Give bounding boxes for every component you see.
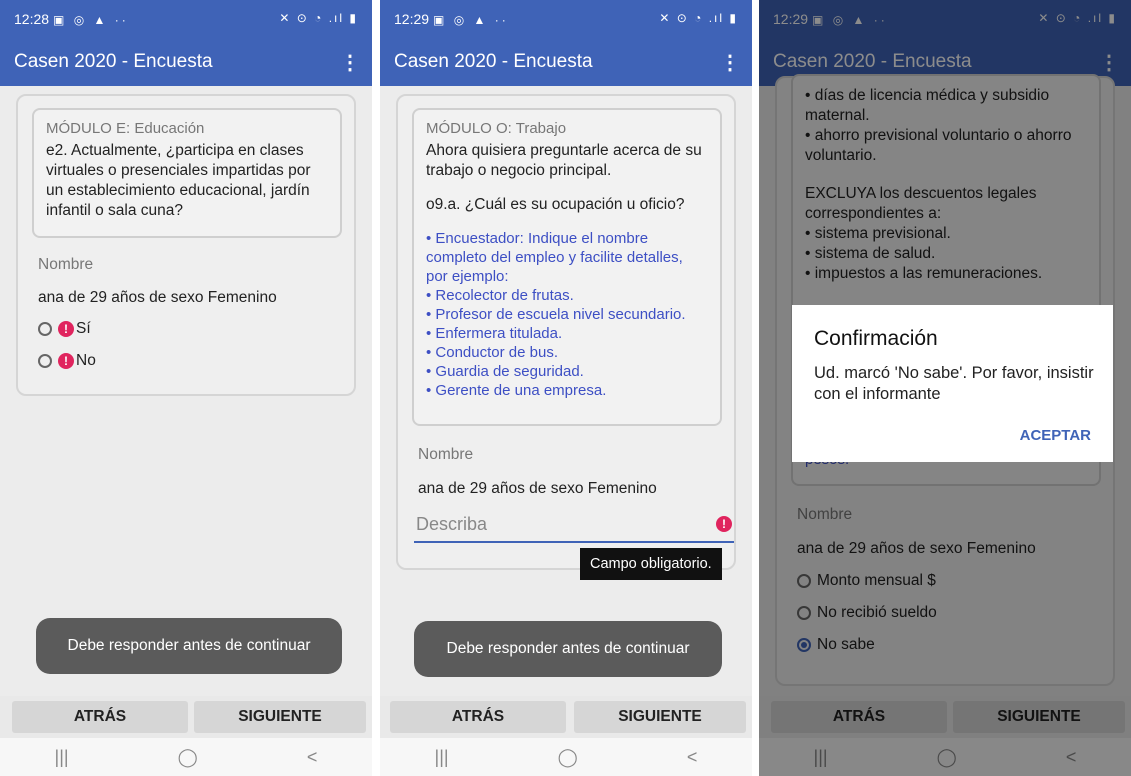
hint-line: • Conductor de bus.	[426, 344, 558, 361]
next-button[interactable]: SIGUIENTE	[574, 701, 746, 733]
option-label: No	[76, 352, 96, 369]
person-description: ana de 29 años de sexo Femenino	[38, 289, 277, 306]
error-icon: !	[716, 516, 732, 532]
system-nav-bar: ||| ◯ <	[380, 738, 752, 776]
question-text: o9.a. ¿Cuál es su ocupación u oficio?	[426, 196, 685, 213]
app-bar: Casen 2020 - Encuesta ⋮	[0, 38, 372, 86]
question-box: MÓDULO O: Trabajo Ahora quisiera pregunt…	[412, 108, 722, 426]
screen-income-confirmation: 12:29 ▣ ◎ ▲ ·· ✕ ⊙ ◔ .ıl ▮ Casen 2020 - E…	[759, 0, 1131, 776]
status-notification-icons: ▣ ◎ ▲ ··	[53, 13, 129, 27]
button-bar: ATRÁS SIGUIENTE	[0, 696, 372, 736]
hint-line: • Guardia de seguridad.	[426, 363, 584, 380]
radio-button[interactable]	[38, 354, 52, 368]
home-icon[interactable]: ◯	[178, 747, 198, 768]
back-button[interactable]: ATRÁS	[390, 701, 566, 733]
hint-line: • Recolector de frutas.	[426, 287, 574, 304]
recent-apps-icon[interactable]: |||	[435, 747, 449, 768]
status-time: 12:28	[14, 11, 50, 27]
radio-button[interactable]	[38, 322, 52, 336]
question-text: e2. Actualmente, ¿participa en clases vi…	[46, 142, 311, 219]
status-system-icons: ✕ ⊙ ◔ .ıl ▮	[659, 11, 738, 25]
back-nav-icon[interactable]: <	[687, 747, 698, 768]
name-label: Nombre	[38, 256, 94, 273]
option-no[interactable]: ! No	[38, 352, 96, 370]
app-title: Casen 2020 - Encuesta	[14, 51, 213, 72]
question-intro: Ahora quisiera preguntarle acerca de su …	[426, 142, 702, 179]
home-icon[interactable]: ◯	[558, 747, 578, 768]
module-label: MÓDULO E: Educación	[46, 120, 205, 137]
overflow-menu-icon[interactable]: ⋮	[340, 50, 360, 75]
confirmation-dialog: Confirmación Ud. marcó 'No sabe'. Por fa…	[792, 305, 1113, 462]
screen-work: 12:29 ▣ ◎ ▲ ·· ✕ ⊙ ◔ .ıl ▮ Casen 2020 - E…	[380, 0, 752, 776]
name-label: Nombre	[418, 446, 474, 463]
instruction-hint: • Encuestador: Indique el nombre complet…	[426, 229, 708, 400]
status-bar: 12:28 ▣ ◎ ▲ ·· ✕ ⊙ ◔ .ıl ▮	[0, 0, 372, 38]
app-title: Casen 2020 - Encuesta	[394, 51, 593, 72]
person-description: ana de 29 años de sexo Femenino	[418, 480, 657, 497]
toast-message: Debe responder antes de continuar	[36, 618, 342, 674]
option-si[interactable]: ! Sí	[38, 320, 91, 338]
hint-line: • Enfermera titulada.	[426, 325, 563, 342]
status-notification-icons: ▣ ◎ ▲ ··	[433, 13, 509, 27]
status-bar: 12:29 ▣ ◎ ▲ ·· ✕ ⊙ ◔ .ıl ▮	[380, 0, 752, 38]
input-underline	[414, 541, 734, 543]
next-button[interactable]: SIGUIENTE	[194, 701, 366, 733]
hint-line: • Gerente de una empresa.	[426, 382, 607, 399]
question-card: MÓDULO O: Trabajo Ahora quisiera pregunt…	[396, 94, 736, 570]
recent-apps-icon[interactable]: |||	[55, 747, 69, 768]
dialog-title: Confirmación	[814, 327, 938, 350]
question-card: MÓDULO E: Educación e2. Actualmente, ¿pa…	[16, 94, 356, 396]
question-box: MÓDULO E: Educación e2. Actualmente, ¿pa…	[32, 108, 342, 238]
module-label: MÓDULO O: Trabajo	[426, 120, 567, 137]
hint-line: • Encuestador: Indique el nombre complet…	[426, 230, 683, 285]
back-nav-icon[interactable]: <	[307, 747, 318, 768]
option-label: Sí	[76, 320, 91, 337]
app-bar: Casen 2020 - Encuesta ⋮	[380, 38, 752, 86]
status-time: 12:29	[394, 11, 430, 27]
error-icon: !	[58, 321, 74, 337]
screen-education: 12:28 ▣ ◎ ▲ ·· ✕ ⊙ ◔ .ıl ▮ Casen 2020 - E…	[0, 0, 372, 776]
survey-content: MÓDULO E: Educación e2. Actualmente, ¿pa…	[0, 86, 372, 696]
button-bar: ATRÁS SIGUIENTE	[380, 696, 752, 736]
describe-input[interactable]: Describa	[416, 514, 487, 535]
overflow-menu-icon[interactable]: ⋮	[720, 50, 740, 75]
toast-message: Debe responder antes de continuar	[414, 621, 722, 677]
system-nav-bar: ||| ◯ <	[0, 738, 372, 776]
dialog-message: Ud. marcó 'No sabe'. Por favor, insistir…	[814, 364, 1094, 403]
survey-content: MÓDULO O: Trabajo Ahora quisiera pregunt…	[380, 86, 752, 696]
required-field-tooltip: Campo obligatorio.	[580, 548, 722, 580]
back-button[interactable]: ATRÁS	[12, 701, 188, 733]
status-system-icons: ✕ ⊙ ◔ .ıl ▮	[279, 11, 358, 25]
error-icon: !	[58, 353, 74, 369]
accept-button[interactable]: ACEPTAR	[1020, 427, 1091, 444]
hint-line: • Profesor de escuela nivel secundario.	[426, 306, 686, 323]
